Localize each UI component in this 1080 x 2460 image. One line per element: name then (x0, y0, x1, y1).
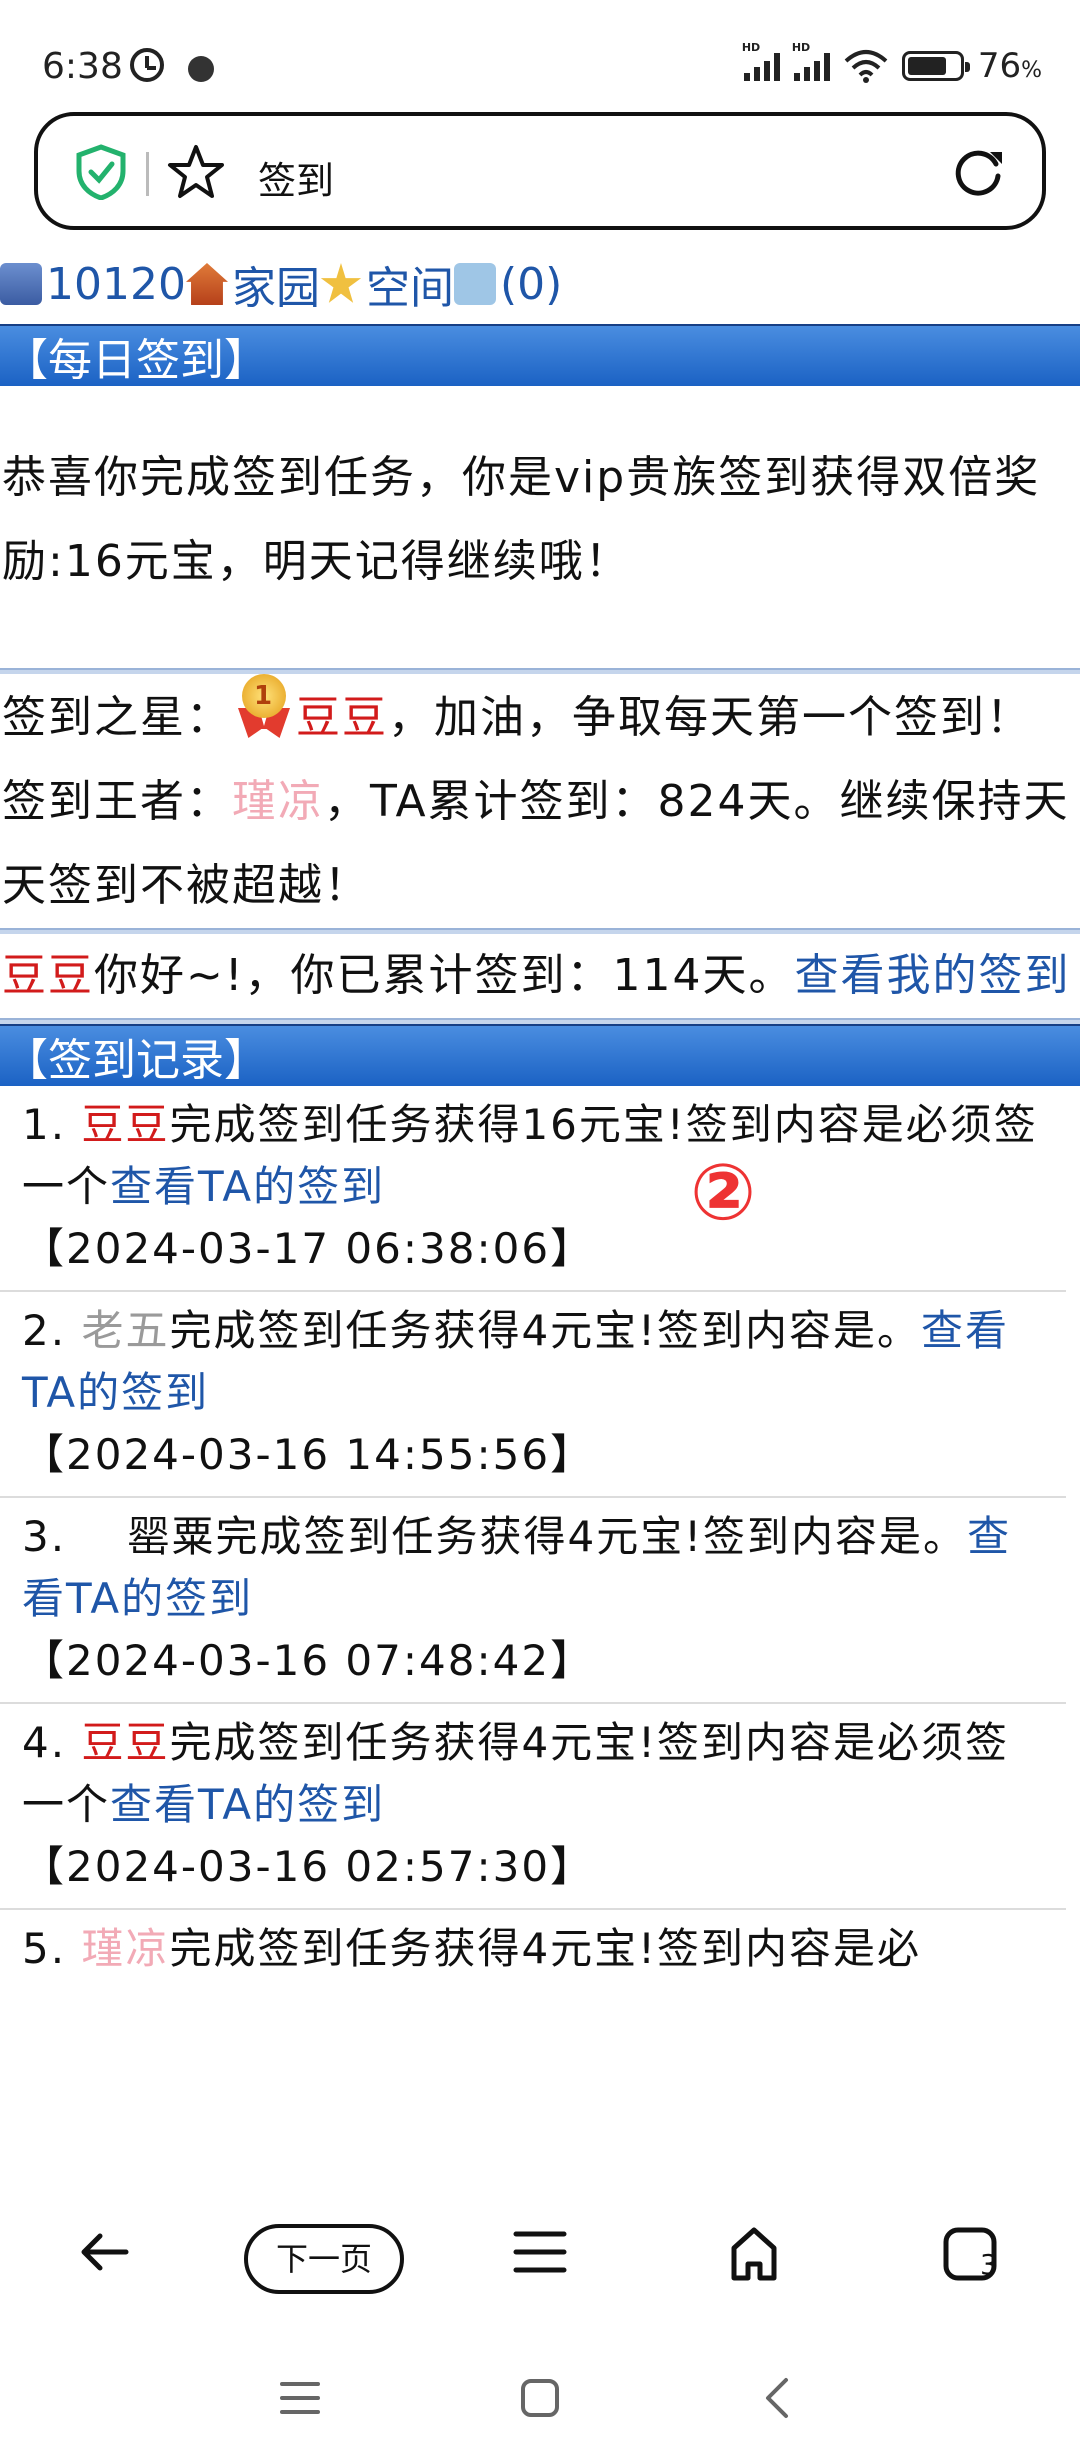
record-item: 3. 罂粟完成签到任务获得4元宝!签到内容是。查看TA的签到 【2024-03-… (0, 1498, 1066, 1704)
record-item: 5. 瑾凉完成签到任务获得4元宝!签到内容是必 (22, 1924, 922, 1973)
wifi-icon (844, 49, 888, 83)
back-arrow-icon[interactable] (76, 2224, 132, 2280)
shield-icon[interactable] (74, 144, 128, 200)
home-icon (185, 263, 228, 305)
my-sign-link[interactable]: 查看我的签到 (795, 950, 1071, 1001)
sign-star: 签到之星： 1 豆豆，加油，争取每天第一个签到！ (0, 674, 1080, 760)
system-home-icon[interactable] (518, 2376, 562, 2420)
records-list: 1. 豆豆完成签到任务获得16元宝!签到内容是必须签一个查看TA的签到 【202… (0, 1086, 1080, 1990)
top-nav: 10120 家园 空间 (0) (0, 244, 1080, 324)
daily-header: 【每日签到】 (0, 324, 1080, 386)
record-user[interactable]: 豆豆 (81, 1718, 169, 1767)
record-item: 4. 豆豆完成签到任务获得4元宝!签到内容是必须签一个查看TA的签到 【2024… (0, 1704, 1066, 1910)
sign-king: 签到王者：瑾凉，TA累计签到：824天。继续保持天天签到不被超越！ (2, 776, 1070, 911)
record-time: 【2024-03-16 02:57:30】 (22, 1842, 595, 1891)
status-right: HD HD 76% (742, 41, 1042, 86)
home-icon[interactable] (724, 2224, 784, 2284)
user-icon (0, 263, 42, 305)
recent-apps-icon[interactable] (278, 2378, 322, 2418)
daily-message: 恭喜你完成签到任务，你是vip贵族签到获得双倍奖励:16元宝，明天记得继续哦！ (2, 452, 1041, 587)
star-icon (320, 263, 362, 303)
status-time: 6:38 (42, 46, 123, 87)
medal-icon: 1 (232, 674, 296, 738)
my-name[interactable]: 豆豆 (2, 950, 94, 1001)
signal-2-icon: HD (792, 41, 830, 81)
king-user[interactable]: 瑾凉 (232, 776, 324, 827)
star-user[interactable]: 豆豆 (296, 692, 388, 743)
battery-icon (901, 51, 970, 81)
my-summary: 豆豆你好~!，你已累计签到：114天。查看我的签到 (2, 950, 1071, 1001)
system-nav-bar (0, 2334, 1080, 2460)
chat-icon (453, 263, 496, 305)
address-bar[interactable]: 签到 (34, 112, 1046, 230)
tabs-icon[interactable]: 3 (940, 2224, 1004, 2284)
bookmark-star-icon[interactable] (166, 142, 226, 202)
page-content: 10120 家园 空间 (0) 【每日签到】 恭喜你完成签到任务，你是vip贵族… (0, 244, 1080, 2184)
record-time: 【2024-03-16 14:55:56】 (22, 1430, 595, 1479)
address-text[interactable]: 签到 (258, 150, 334, 205)
notification-dot-icon (188, 56, 214, 82)
signal-1-icon: HD (742, 41, 780, 81)
records-header: 【签到记录】 (0, 1024, 1080, 1086)
svg-text:3: 3 (980, 2248, 998, 2281)
home-link[interactable]: 家园 (232, 252, 320, 316)
alarm-icon (130, 48, 164, 82)
browser-bottom-nav: 下一页 3 (0, 2184, 1080, 2334)
user-id-link[interactable]: 10120 (46, 259, 186, 310)
record-user[interactable]: 老五 (81, 1306, 169, 1355)
view-sign-link[interactable]: 查看TA的签到 (110, 1162, 385, 1211)
reload-icon[interactable] (950, 144, 1008, 202)
record-user[interactable]: 罂粟 (127, 1512, 215, 1561)
record-time: 【2024-03-17 06:38:06】 (22, 1224, 595, 1273)
menu-icon[interactable] (510, 2224, 570, 2280)
battery-fill (907, 57, 946, 75)
space-link[interactable]: 空间 (366, 252, 454, 316)
annotation-mark: ② (690, 1148, 757, 1238)
messages-link[interactable]: (0) (500, 259, 562, 310)
address-separator (146, 152, 149, 196)
view-sign-link[interactable]: 查看TA的签到 (110, 1780, 385, 1829)
record-item: 2. 老五完成签到任务获得4元宝!签到内容是。查看TA的签到 【2024-03-… (0, 1292, 1066, 1498)
record-user[interactable]: 豆豆 (81, 1100, 169, 1149)
record-user[interactable]: 瑾凉 (81, 1924, 169, 1973)
system-back-icon[interactable] (758, 2376, 798, 2420)
status-bar: 6:38 HD HD 76% (0, 0, 1080, 100)
record-item: 1. 豆豆完成签到任务获得16元宝!签到内容是必须签一个查看TA的签到 【202… (0, 1086, 1066, 1292)
record-time: 【2024-03-16 07:48:42】 (22, 1636, 595, 1685)
battery-percent: 76% (977, 46, 1042, 86)
next-page-button[interactable]: 下一页 (244, 2224, 404, 2294)
